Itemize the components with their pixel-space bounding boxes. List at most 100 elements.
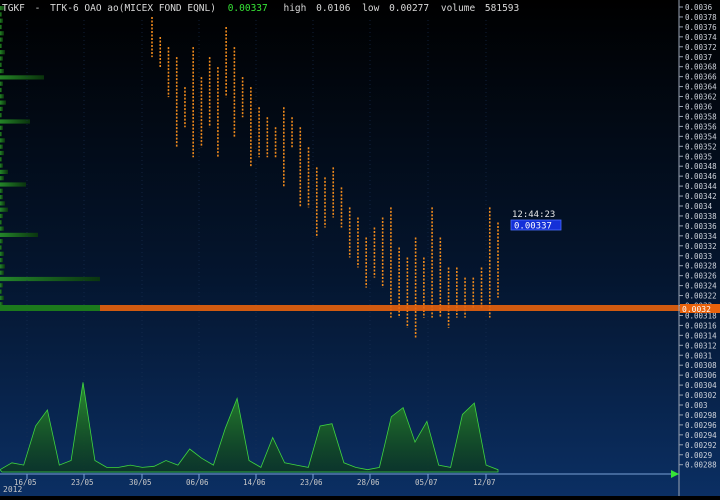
profile-bar xyxy=(0,163,3,168)
profile-bar xyxy=(0,56,3,61)
header-high-value: 0.0106 xyxy=(316,3,351,14)
profile-bar xyxy=(0,226,4,231)
time-tick-label: 06/06 xyxy=(186,478,209,487)
price-tick-label: 0.0034 xyxy=(685,202,713,211)
price-tick-label: 0.00306 xyxy=(685,371,717,380)
profile-bar xyxy=(0,150,4,156)
price-tick-label: 0.00314 xyxy=(685,331,717,340)
profile-bar xyxy=(0,24,2,30)
header-instrument-name: ТГК-6 ОАО ао(MICEX FOND EQNL) xyxy=(50,3,216,14)
price-tick-label: 0.00298 xyxy=(685,411,717,420)
profile-bar xyxy=(0,213,3,219)
header-low-value: 0.00277 xyxy=(389,3,429,14)
price-tick-label: 0.00352 xyxy=(685,142,717,151)
price-tick-label: 0.00372 xyxy=(685,43,717,52)
header-high-label: high xyxy=(283,3,306,14)
price-tick-label: 0.00362 xyxy=(685,93,717,102)
price-tick-label: 0.00376 xyxy=(685,23,717,32)
price-tick-label: 0.003 xyxy=(685,401,708,410)
profile-bar xyxy=(0,283,3,288)
price-tick-label: 0.00294 xyxy=(685,431,717,440)
price-tick-label: 0.00348 xyxy=(685,162,717,171)
price-tick-label: 0.00334 xyxy=(685,232,717,241)
price-tick-label: 0.00374 xyxy=(685,33,717,42)
profile-bar xyxy=(0,43,2,48)
price-tick-label: 0.0031 xyxy=(685,351,712,360)
profile-bar xyxy=(0,94,4,99)
profile-bar xyxy=(0,157,2,162)
current-price-tag-label: 0.0032 xyxy=(682,305,711,314)
cursor-readout: 12:44:23 0.00337 xyxy=(510,210,562,232)
price-chart[interactable]: TGKF - ТГК-6 ОАО ао(MICEX FOND EQNL) 0.0… xyxy=(0,0,720,496)
price-tick-label: 0.0033 xyxy=(685,252,712,261)
time-tick-label: 23/05 xyxy=(71,478,94,487)
profile-bar xyxy=(0,31,4,36)
price-axis[interactable]: 0.00360.003780.003760.003740.003720.0037… xyxy=(678,0,717,496)
profile-bar xyxy=(0,176,4,181)
year-label: 2012 xyxy=(3,485,22,494)
price-tick-label: 0.0036 xyxy=(685,103,713,112)
cursor-price: 0.00337 xyxy=(514,222,552,232)
price-tick-label: 0.00304 xyxy=(685,381,717,390)
price-tick-label: 0.00288 xyxy=(685,461,717,470)
cursor-time: 12:44:23 xyxy=(512,210,555,220)
profile-bar xyxy=(0,201,5,206)
profile-bar xyxy=(0,144,3,149)
price-tick-label: 0.00302 xyxy=(685,391,717,400)
profile-bar xyxy=(0,69,4,74)
chart-window: TGKF - ТГК-6 ОАО ао(MICEX FOND EQNL) 0.0… xyxy=(0,0,720,496)
time-tick-label: 12/07 xyxy=(473,478,496,487)
current-price-line xyxy=(0,305,680,311)
price-tick-label: 0.00354 xyxy=(685,132,717,141)
price-tick-label: 0.00296 xyxy=(685,421,717,430)
profile-bar xyxy=(0,169,8,174)
profile-bar xyxy=(0,37,3,42)
time-tick-label: 23/06 xyxy=(300,478,323,487)
price-tick-label: 0.00308 xyxy=(685,361,717,370)
profile-bar xyxy=(0,220,2,225)
profile-bar xyxy=(0,50,5,55)
header-separator: - xyxy=(35,3,41,14)
profile-bar xyxy=(0,264,5,269)
price-tick-label: 0.00322 xyxy=(685,292,717,301)
profile-bar xyxy=(0,295,4,300)
price-tick-label: 0.00344 xyxy=(685,182,717,191)
price-tick-label: 0.00324 xyxy=(685,282,717,291)
profile-bar xyxy=(0,125,3,130)
price-tick-label: 0.00358 xyxy=(685,112,717,121)
profile-bar xyxy=(0,18,3,23)
price-tick-label: 0.00316 xyxy=(685,321,717,330)
profile-bar xyxy=(0,75,44,80)
price-tick-label: 0.0035 xyxy=(685,152,712,161)
profile-bar xyxy=(0,182,26,187)
header-last-price: 0.00337 xyxy=(228,3,268,14)
time-tick-label: 14/06 xyxy=(243,478,266,487)
profile-bar xyxy=(0,245,2,250)
header-low-label: low xyxy=(362,3,379,14)
price-tick-label: 0.00326 xyxy=(685,272,717,281)
profile-bar xyxy=(0,81,3,86)
time-tick-label: 05/07 xyxy=(415,478,438,487)
profile-bar xyxy=(0,207,8,212)
header-volume-label: volume xyxy=(441,3,476,14)
current-price-tag: 0.0032 xyxy=(680,304,720,314)
price-tick-label: 0.00356 xyxy=(685,122,717,131)
profile-bar xyxy=(0,251,4,256)
price-tick-label: 0.00336 xyxy=(685,222,717,231)
price-tick-label: 0.00346 xyxy=(685,172,717,181)
profile-bar xyxy=(0,113,2,118)
price-tick-label: 0.00366 xyxy=(685,73,717,82)
time-tick-label: 30/05 xyxy=(129,478,152,487)
price-tick-label: 0.00292 xyxy=(685,441,717,450)
profile-bar xyxy=(0,195,3,200)
profile-bar xyxy=(0,132,2,137)
header-ticker: TGKF xyxy=(2,3,25,14)
current-price-profile-bar xyxy=(0,305,100,311)
price-tick-label: 0.00332 xyxy=(685,242,717,251)
profile-bar xyxy=(0,62,2,67)
profile-bar xyxy=(0,100,6,105)
price-tick-label: 0.00328 xyxy=(685,262,717,271)
price-tick-label: 0.0029 xyxy=(685,451,712,460)
profile-bar xyxy=(0,119,30,124)
price-tick-label: 0.00368 xyxy=(685,63,717,72)
